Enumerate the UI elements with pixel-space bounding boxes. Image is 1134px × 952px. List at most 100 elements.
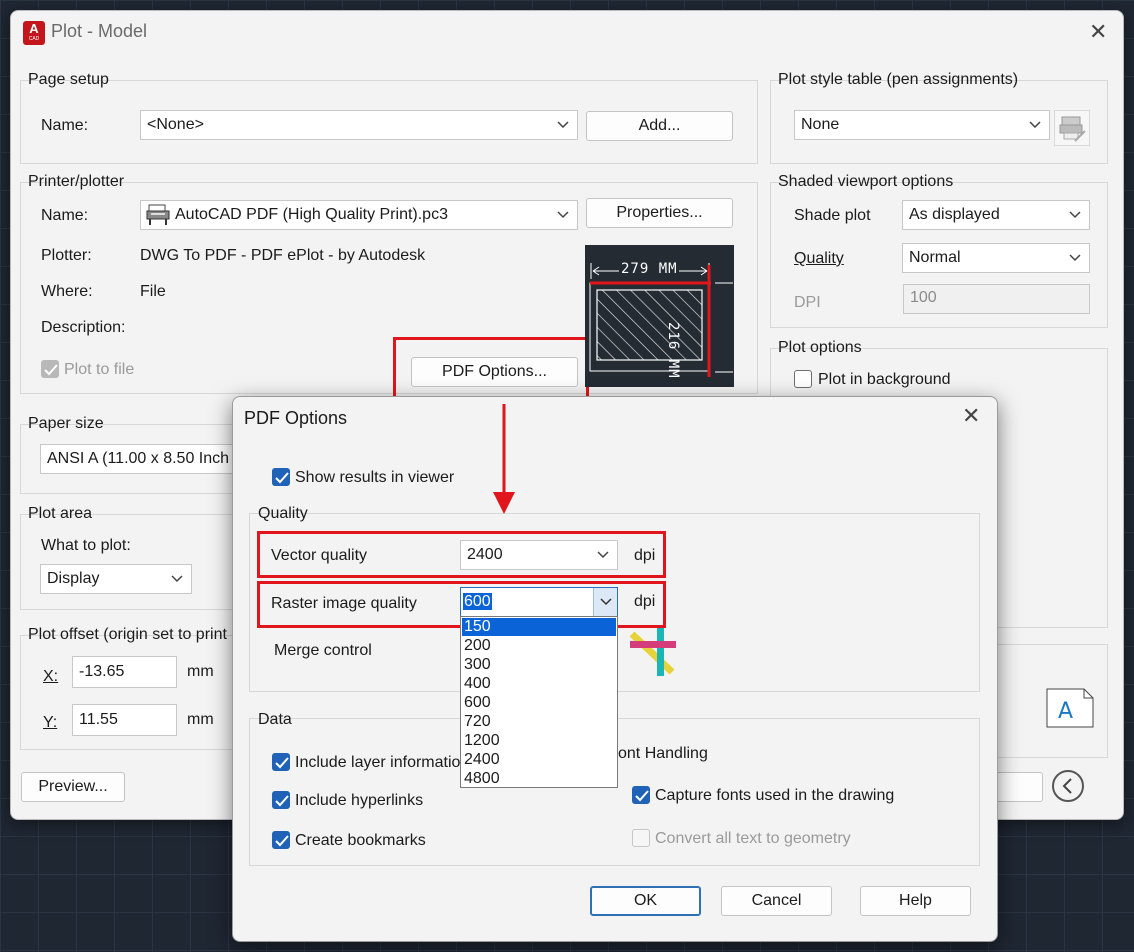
quality-value: Normal — [909, 249, 961, 266]
preview-button-label: Preview... — [38, 778, 108, 795]
merge-lines-icon — [629, 628, 676, 676]
what-to-plot-select[interactable]: Display — [40, 564, 192, 594]
check-icon — [635, 790, 649, 802]
chevron-down-icon — [1029, 121, 1041, 129]
printer-name-label: Name: — [41, 207, 89, 224]
plotter-label: Plotter: — [41, 247, 92, 264]
plot-style-select[interactable]: None — [794, 110, 1050, 140]
quality-select[interactable]: Normal — [902, 243, 1090, 273]
merge-control-label: Merge control — [274, 642, 372, 659]
check-icon — [275, 472, 289, 484]
shade-plot-select[interactable]: As displayed — [902, 200, 1090, 230]
offset-x-unit: mm — [187, 663, 214, 680]
ok-button-label: OK — [633, 892, 658, 909]
capture-fonts-checkbox[interactable] — [632, 786, 650, 804]
paper-height-label: 216 MM — [665, 322, 681, 402]
add-button[interactable]: Add... — [586, 111, 733, 141]
include-layer-checkbox[interactable] — [272, 753, 290, 771]
page-setup-name-value: <None> — [147, 116, 204, 133]
raster-option-400[interactable]: 400 — [464, 675, 491, 693]
plot-in-background-checkbox[interactable] — [794, 370, 812, 388]
where-label: Where: — [41, 283, 93, 300]
plotter-icon — [146, 204, 170, 225]
offset-x-label: X: — [43, 668, 59, 685]
what-to-plot-value: Display — [47, 570, 100, 587]
include-hyperlinks-label: Include hyperlinks — [295, 792, 424, 809]
paper-height-text: 216 MM — [665, 322, 681, 379]
shade-plot-value: As displayed — [909, 206, 1000, 223]
printer-plotter-label: Printer/plotter — [28, 173, 125, 190]
chevron-down-icon — [1069, 254, 1081, 262]
raster-option-1200[interactable]: 1200 — [464, 732, 500, 750]
where-value: File — [140, 283, 166, 300]
chevron-down-icon — [557, 211, 569, 219]
chevron-down-icon — [1069, 211, 1081, 219]
pdf-close-icon[interactable]: ✕ — [962, 405, 980, 427]
plot-style-value: None — [801, 116, 840, 133]
shade-plot-label: Shade plot — [794, 207, 871, 224]
offset-y-input[interactable]: 11.55 — [72, 704, 177, 736]
pdf-quality-label: Quality — [258, 505, 308, 522]
cancel-button-label: Cancel — [751, 892, 802, 909]
plot-area-group — [20, 514, 260, 610]
chevron-left-icon — [1062, 778, 1072, 794]
dpi-label: DPI — [794, 294, 821, 311]
offset-x-input[interactable]: -13.65 — [72, 656, 177, 688]
raster-option-720[interactable]: 720 — [464, 713, 491, 731]
orientation-icon: A — [1046, 688, 1094, 728]
properties-button-label: Properties... — [616, 204, 703, 221]
raster-option-2400[interactable]: 2400 — [464, 751, 500, 769]
chevron-down-icon — [171, 575, 183, 583]
pdf-options-highlight — [393, 337, 589, 405]
page-setup-label: Page setup — [28, 71, 109, 88]
preview-button[interactable]: Preview... — [21, 772, 125, 802]
raster-option-200[interactable]: 200 — [464, 637, 491, 655]
pdf-data-label: Data — [258, 711, 292, 728]
ok-button[interactable]: OK — [590, 886, 701, 916]
convert-text-checkbox[interactable] — [632, 829, 650, 847]
offset-x-value: -13.65 — [79, 663, 125, 680]
check-icon — [44, 364, 58, 376]
plot-to-file-checkbox[interactable] — [41, 360, 59, 378]
dpi-input: 100 — [903, 284, 1090, 314]
autocad-app-icon: A CAD — [23, 21, 45, 45]
close-icon[interactable]: ✕ — [1089, 21, 1107, 43]
include-layer-label: Include layer informatio — [295, 754, 461, 771]
raster-option-600[interactable]: 600 — [464, 694, 491, 712]
create-bookmarks-checkbox[interactable] — [272, 831, 290, 849]
plotter-value: DWG To PDF - PDF ePlot - by Autodesk — [140, 247, 426, 264]
paper-width-label: 279 MM — [621, 261, 678, 277]
window-title: Plot - Model — [51, 21, 148, 41]
check-icon — [275, 835, 289, 847]
offset-y-unit: mm — [187, 711, 214, 728]
landscape-a-icon: A — [1046, 688, 1094, 728]
paper-size-label: Paper size — [28, 415, 104, 432]
raster-option-300[interactable]: 300 — [464, 656, 491, 674]
create-bookmarks-label: Create bookmarks — [295, 832, 426, 849]
page-setup-name-select[interactable]: <None> — [140, 110, 578, 140]
properties-button[interactable]: Properties... — [586, 198, 733, 228]
edit-plot-style-button[interactable] — [1054, 110, 1090, 146]
raster-option-4800[interactable]: 4800 — [464, 770, 500, 788]
quality-label: Quality — [794, 250, 844, 267]
convert-text-label: Convert all text to geometry — [655, 830, 851, 847]
plot-area-label: Plot area — [28, 505, 93, 522]
collapse-button[interactable] — [1052, 770, 1084, 802]
offset-y-value: 11.55 — [79, 711, 118, 728]
include-hyperlinks-checkbox[interactable] — [272, 791, 290, 809]
show-results-checkbox[interactable] — [272, 468, 290, 486]
printer-name-select[interactable]: AutoCAD PDF (High Quality Print).pc3 — [140, 200, 578, 230]
plot-style-label: Plot style table (pen assignments) — [778, 71, 1019, 88]
show-results-label: Show results in viewer — [295, 469, 455, 486]
printer-name-value: AutoCAD PDF (High Quality Print).pc3 — [175, 206, 448, 223]
page-setup-name-label: Name: — [41, 117, 89, 134]
paper-size-value: ANSI A (11.00 x 8.50 Inch — [47, 450, 230, 467]
app-icon-letter: A — [29, 21, 39, 36]
check-icon — [275, 757, 289, 769]
paper-size-select[interactable]: ANSI A (11.00 x 8.50 Inch — [40, 444, 260, 474]
cancel-button[interactable]: Cancel — [721, 886, 832, 916]
help-button[interactable]: Help — [860, 886, 971, 916]
annotation-arrow — [493, 404, 515, 514]
pdf-options-title: PDF Options — [244, 408, 348, 428]
raster-option-150[interactable]: 150 — [462, 618, 616, 636]
